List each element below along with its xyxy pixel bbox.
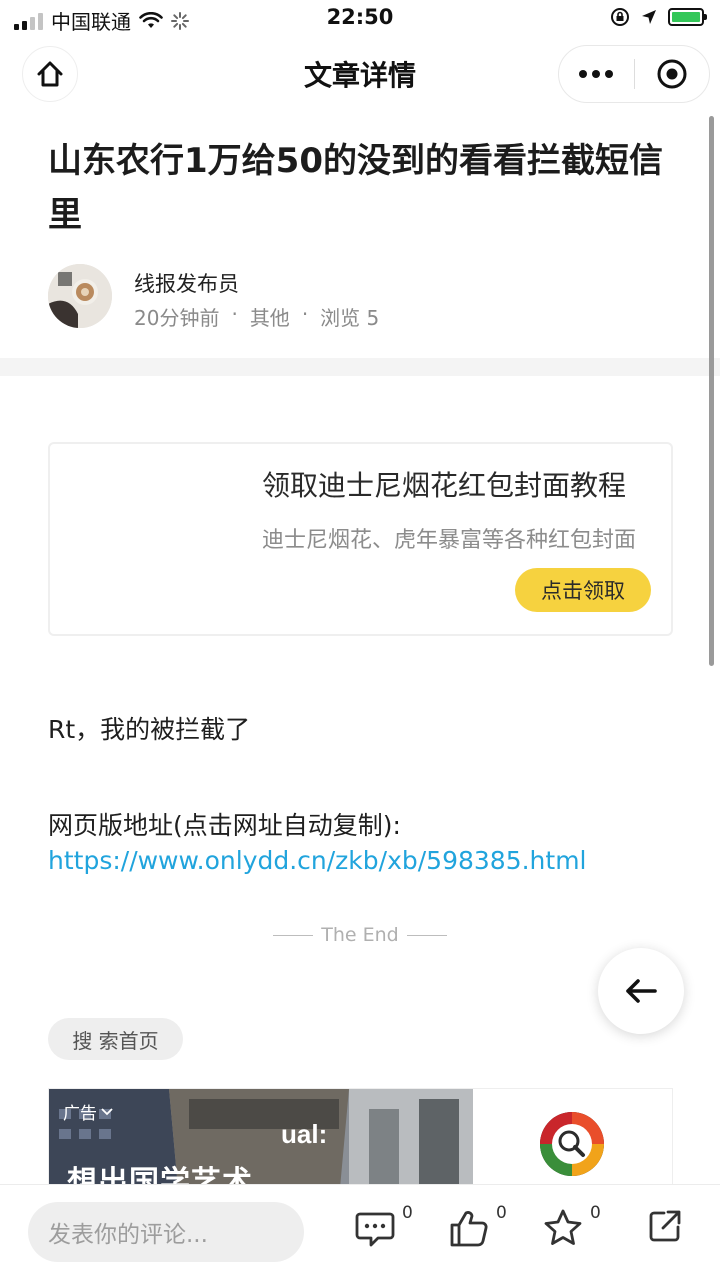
end-marker: The End <box>0 924 720 946</box>
article-url-link[interactable]: https://www.onlydd.cn/zkb/xb/598385.html <box>48 846 587 875</box>
end-line-left <box>273 934 314 936</box>
close-mini-program-button[interactable] <box>635 58 710 90</box>
claim-button[interactable]: 点击领取 <box>515 568 651 612</box>
content-paragraph: 网页版地址(点击网址自动复制): <box>48 811 401 840</box>
nav-bar: 文章详情 <box>0 36 720 112</box>
battery-icon <box>668 8 707 26</box>
arrow-left-icon <box>626 979 657 1003</box>
comment-count: 0 <box>402 1203 413 1223</box>
favorite-button[interactable]: 0 <box>542 1203 601 1249</box>
promo-description: 迪士尼烟花、虎年暴富等各种红包封面 <box>262 528 637 553</box>
thumbs-up-icon <box>450 1211 488 1247</box>
ad-image: ual: 广告 想出国学艺术 <box>49 1089 473 1197</box>
promo-card[interactable]: 领取迪士尼烟花红包封面教程 迪士尼烟花、虎年暴富等各种红包封面 点击领取 <box>48 442 673 636</box>
avatar-image <box>48 264 112 328</box>
status-right <box>610 7 707 27</box>
svg-text:ual:: ual: <box>281 1119 327 1149</box>
star-icon <box>544 1209 582 1245</box>
portfolio-logo-icon <box>540 1112 604 1176</box>
location-icon <box>642 10 656 24</box>
comment-input[interactable]: 发表你的评论... <box>28 1202 304 1262</box>
ad-tag-text: 广告 <box>63 1104 97 1124</box>
view-count: 浏览 5 <box>320 306 380 330</box>
end-line-right <box>406 934 447 936</box>
mini-program-capsule <box>558 45 710 103</box>
publish-time: 20分钟前 <box>134 306 220 330</box>
end-text: The End <box>321 924 399 946</box>
article-meta: 20分钟前 · 其他 · 浏览 5 <box>134 302 379 331</box>
article-category[interactable]: 其他 <box>250 302 290 331</box>
section-divider <box>0 358 720 376</box>
bottom-bar: 发表你的评论... 0 0 0 <box>0 1184 720 1280</box>
search-home-button[interactable]: 搜 索首页 <box>48 1018 183 1060</box>
status-bar: 中国联通 22:50 <box>0 0 720 36</box>
ad-label[interactable]: 广告 <box>63 1099 113 1124</box>
article-title: 山东农行1万给50的没到的看看拦截短信里 <box>48 141 663 235</box>
meta-separator: · <box>231 302 238 326</box>
meta-separator: · <box>301 302 309 326</box>
chevron-down-icon <box>101 1107 113 1115</box>
back-button[interactable] <box>598 948 684 1034</box>
comment-icon <box>355 1212 395 1247</box>
share-icon <box>649 1210 681 1242</box>
like-button[interactable]: 0 <box>448 1203 507 1249</box>
target-icon <box>657 59 687 89</box>
like-count: 0 <box>496 1203 507 1223</box>
comment-button[interactable]: 0 <box>354 1203 413 1249</box>
avatar[interactable] <box>48 264 112 328</box>
favorite-count: 0 <box>590 1203 601 1223</box>
content-paragraph: Rt，我的被拦截了 <box>48 715 251 744</box>
promo-title: 领取迪士尼烟花红包封面教程 <box>262 469 627 502</box>
scrollbar[interactable] <box>709 116 714 666</box>
author-name[interactable]: 线报发布员 <box>134 268 239 298</box>
more-dots-icon[interactable] <box>559 70 634 78</box>
orientation-lock-icon <box>611 8 629 26</box>
share-button[interactable] <box>646 1207 684 1245</box>
ad-banner[interactable]: ual: 广告 想出国学艺术 <box>48 1088 673 1198</box>
